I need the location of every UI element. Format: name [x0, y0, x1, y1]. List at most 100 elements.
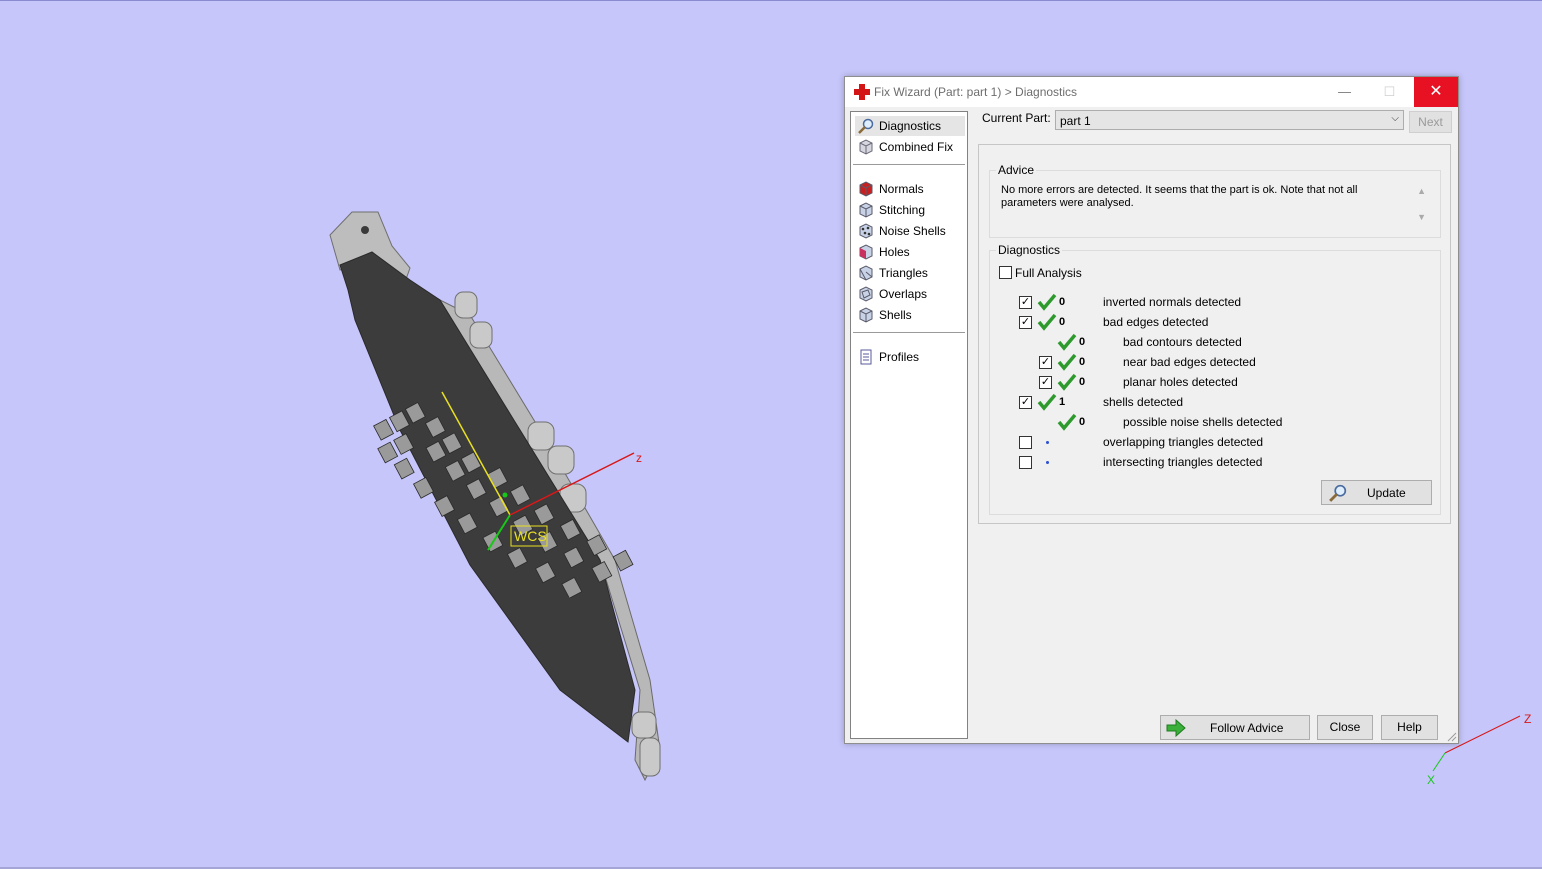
sidebar-item-holes[interactable]: Holes	[855, 242, 965, 262]
sidebar-item-label: Diagnostics	[879, 119, 942, 133]
next-button[interactable]: Next	[1409, 111, 1452, 133]
update-label: Update	[1367, 486, 1406, 500]
dialog-title: Fix Wizard (Part: part 1) > Diagnostics	[874, 85, 1078, 99]
overlaps-icon	[859, 286, 873, 302]
3d-viewport[interactable]: z WCS	[0, 0, 820, 869]
part-model[interactable]	[329, 211, 661, 782]
near-bad-edges-label: near bad edges detected	[1123, 355, 1256, 369]
inverted-normals-label: inverted normals detected	[1103, 295, 1242, 309]
magnifier-icon	[1329, 484, 1347, 502]
bad-edges-count: 0	[1059, 316, 1066, 328]
title-bar[interactable]: Fix Wizard (Part: part 1) > Diagnostics …	[845, 77, 1458, 107]
noise-shells-icon	[859, 223, 873, 239]
wizard-sidebar: Diagnostics Combined Fix Normals Stitchi…	[850, 111, 968, 739]
shells-count: 1	[1059, 396, 1066, 408]
sidebar-item-noise-shells[interactable]: Noise Shells	[855, 221, 965, 241]
overlapping-triangles-checkbox[interactable]	[1019, 436, 1032, 449]
current-part-value: part 1	[1060, 114, 1091, 128]
check-icon	[1057, 373, 1077, 391]
axis-marker	[502, 492, 508, 498]
bad-edges-label: bad edges detected	[1103, 315, 1209, 329]
check-icon	[1057, 333, 1077, 351]
shells-checkbox[interactable]: ✓	[1019, 396, 1032, 409]
scroll-down-icon[interactable]: ▼	[1417, 212, 1426, 222]
wcs-label: WCS	[514, 528, 547, 544]
triad-z-label: Z	[1524, 712, 1531, 726]
check-icon	[1057, 413, 1077, 431]
sidebar-item-normals[interactable]: Normals	[855, 179, 965, 199]
near-bad-edges-count: 0	[1079, 356, 1086, 368]
update-button[interactable]: Update	[1321, 480, 1432, 505]
sidebar-item-label: Shells	[879, 308, 912, 322]
sidebar-divider	[853, 164, 965, 165]
pending-dot-icon	[1046, 461, 1049, 464]
sidebar-item-label: Noise Shells	[879, 224, 946, 238]
follow-advice-button[interactable]: Follow Advice	[1160, 715, 1310, 740]
fix-wizard-dialog[interactable]: Fix Wizard (Part: part 1) > Diagnostics …	[844, 76, 1459, 744]
check-icon	[1037, 393, 1057, 411]
overlapping-triangles-label: overlapping triangles detected	[1103, 435, 1264, 449]
planar-holes-label: planar holes detected	[1123, 375, 1238, 389]
magnifier-icon	[858, 118, 874, 134]
current-part-select[interactable]: part 1 ⌵	[1055, 110, 1404, 130]
diagnostics-panel: Advice No more errors are detected. It s…	[978, 144, 1451, 524]
profiles-icon	[860, 349, 872, 365]
shells-icon	[859, 307, 873, 323]
help-button[interactable]: Help	[1381, 715, 1438, 740]
planar-holes-checkbox[interactable]: ✓	[1039, 376, 1052, 389]
sidebar-item-label: Stitching	[879, 203, 926, 217]
full-analysis-label: Full Analysis	[1015, 266, 1082, 280]
sidebar-item-label: Overlaps	[879, 287, 928, 301]
axis-z-label: z	[636, 451, 642, 465]
holes-icon	[859, 244, 873, 260]
sidebar-item-label: Combined Fix	[879, 140, 954, 154]
close-window-button[interactable]: ✕	[1414, 77, 1458, 107]
advice-title: Advice	[996, 163, 1037, 177]
stitching-icon	[859, 202, 873, 218]
sidebar-item-diagnostics[interactable]: Diagnostics	[855, 116, 965, 136]
noise-shells-label: possible noise shells detected	[1123, 415, 1283, 429]
sidebar-item-label: Triangles	[879, 266, 928, 280]
sidebar-item-stitching[interactable]: Stitching	[855, 200, 965, 220]
sidebar-item-label: Profiles	[879, 350, 920, 364]
sidebar-item-profiles[interactable]: Profiles	[855, 347, 965, 367]
sidebar-item-triangles[interactable]: Triangles	[855, 263, 965, 283]
triad-x-label: X	[1427, 773, 1435, 787]
near-bad-edges-checkbox[interactable]: ✓	[1039, 356, 1052, 369]
triangles-icon	[859, 265, 873, 281]
full-analysis-checkbox[interactable]	[999, 266, 1012, 279]
planar-holes-count: 0	[1079, 376, 1086, 388]
scroll-up-icon[interactable]: ▲	[1417, 186, 1426, 196]
sidebar-item-shells[interactable]: Shells	[855, 305, 965, 325]
diagnostics-group: Diagnostics Full Analysis ✓ 0 inverted n…	[989, 243, 1441, 515]
inverted-normals-count: 0	[1059, 296, 1066, 308]
bad-contours-label: bad contours detected	[1123, 335, 1242, 349]
follow-advice-label: Follow Advice	[1210, 721, 1284, 735]
red-cross-icon	[854, 84, 870, 100]
sidebar-item-label: Normals	[879, 182, 924, 196]
shells-label: shells detected	[1103, 395, 1184, 409]
noise-shells-count: 0	[1079, 416, 1086, 428]
sidebar-item-label: Holes	[879, 245, 910, 259]
check-icon	[1037, 313, 1057, 331]
green-arrow-icon	[1166, 719, 1186, 737]
current-part-label: Current Part:	[982, 111, 1051, 125]
intersecting-triangles-checkbox[interactable]	[1019, 456, 1032, 469]
pending-dot-icon	[1046, 441, 1049, 444]
sidebar-item-overlaps[interactable]: Overlaps	[855, 284, 965, 304]
chevron-down-icon: ⌵	[1391, 113, 1399, 124]
check-icon	[1037, 293, 1057, 311]
advice-text: No more errors are detected. It seems th…	[1001, 184, 1358, 209]
check-icon	[1057, 353, 1077, 371]
diagnostics-title: Diagnostics	[996, 243, 1063, 257]
bad-edges-checkbox[interactable]: ✓	[1019, 316, 1032, 329]
sidebar-item-combined-fix[interactable]: Combined Fix	[855, 137, 965, 157]
resize-grip-icon[interactable]	[1447, 732, 1457, 742]
intersecting-triangles-label: intersecting triangles detected	[1103, 455, 1263, 469]
inverted-normals-checkbox[interactable]: ✓	[1019, 296, 1032, 309]
close-button[interactable]: Close	[1317, 715, 1373, 740]
normals-icon	[859, 181, 873, 197]
minimize-button[interactable]: —	[1322, 77, 1367, 107]
cube-icon	[859, 139, 873, 155]
maximize-button[interactable]: ☐	[1367, 77, 1412, 107]
